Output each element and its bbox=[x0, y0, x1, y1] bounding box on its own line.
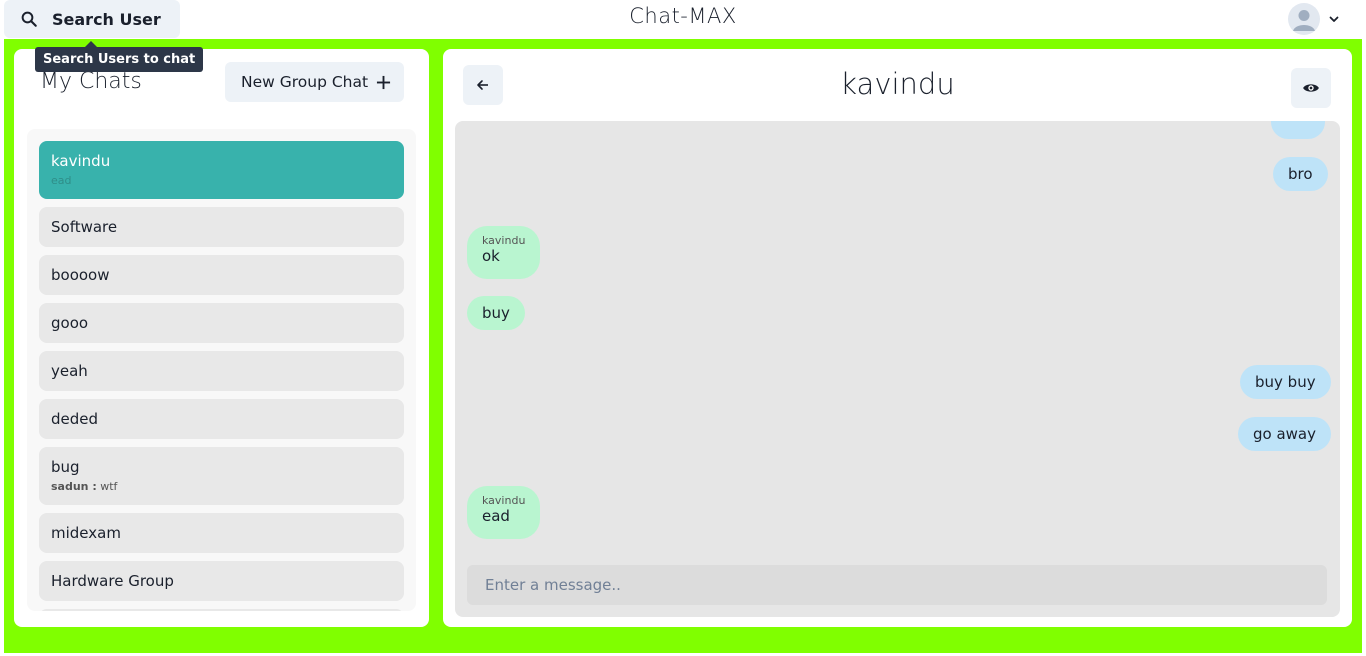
chat-name: yeah bbox=[51, 362, 88, 380]
message-text: ok bbox=[482, 247, 500, 265]
new-group-chat-label: New Group Chat bbox=[241, 73, 369, 91]
app-title: Chat-MAX bbox=[629, 4, 737, 28]
eye-icon bbox=[1303, 84, 1319, 92]
message-text: go away bbox=[1253, 425, 1316, 443]
message-bubble: kavindu ok bbox=[467, 226, 541, 279]
chat-item-gooo[interactable]: gooo bbox=[39, 303, 404, 343]
my-chats-panel: My Chats New Group Chat kavindu ead Soft… bbox=[14, 49, 429, 627]
chat-item-partial[interactable] bbox=[39, 609, 404, 611]
message-bubble-partial bbox=[1271, 121, 1325, 139]
message-sender: kavindu bbox=[482, 234, 526, 247]
chat-list[interactable]: kavindu ead Software boooow gooo yeah de… bbox=[27, 129, 416, 611]
top-bar: Search User Chat-MAX bbox=[0, 0, 1366, 39]
chat-item-bug[interactable]: bug sadun : wtf bbox=[39, 447, 404, 505]
chat-item-midexam[interactable]: midexam bbox=[39, 513, 404, 553]
message-bubble: buy bbox=[467, 296, 525, 330]
chat-latest-message: sadun : wtf bbox=[51, 480, 118, 493]
chat-name: Hardware Group bbox=[51, 572, 174, 590]
message-text: buy buy bbox=[1255, 373, 1316, 391]
profile-menu-button[interactable] bbox=[1288, 2, 1350, 36]
view-profile-button[interactable] bbox=[1291, 68, 1331, 108]
my-chats-title: My Chats bbox=[40, 69, 142, 94]
chat-panel: kavindu bro kavindu ok buy buy buy go aw… bbox=[443, 49, 1352, 627]
chat-name: bug bbox=[51, 458, 80, 476]
message-bubble: go away bbox=[1238, 417, 1331, 451]
chat-item-hardware-group[interactable]: Hardware Group bbox=[39, 561, 404, 601]
chat-name: boooow bbox=[51, 266, 110, 284]
message-input[interactable] bbox=[467, 565, 1327, 605]
message-text: buy bbox=[482, 304, 510, 322]
search-tooltip: Search Users to chat bbox=[35, 41, 204, 72]
chat-name: gooo bbox=[51, 314, 89, 332]
messages-area[interactable]: bro kavindu ok buy buy buy go away kavin… bbox=[455, 121, 1340, 617]
chat-name: kavindu bbox=[51, 152, 111, 170]
new-group-chat-button[interactable]: New Group Chat bbox=[225, 62, 404, 102]
message-sender: kavindu bbox=[482, 494, 526, 507]
plus-icon bbox=[377, 75, 391, 89]
message-text: ead bbox=[482, 507, 510, 525]
chat-name: Software bbox=[51, 218, 118, 236]
message-text: bro bbox=[1288, 165, 1313, 183]
message-bubble: kavindu ead bbox=[467, 486, 541, 539]
chevron-down-icon bbox=[1329, 16, 1339, 22]
user-avatar-icon bbox=[1288, 3, 1320, 35]
chat-item-kavindu[interactable]: kavindu ead bbox=[39, 141, 404, 199]
chat-item-boooow[interactable]: boooow bbox=[39, 255, 404, 295]
chat-title: kavindu bbox=[840, 67, 955, 101]
message-bubble: buy buy bbox=[1240, 365, 1331, 399]
message-bubble: bro bbox=[1273, 157, 1328, 191]
chat-item-software[interactable]: Software bbox=[39, 207, 404, 247]
chat-item-deded[interactable]: deded bbox=[39, 399, 404, 439]
chat-name: midexam bbox=[51, 524, 121, 542]
chat-latest-message: ead bbox=[51, 174, 72, 187]
chat-name: deded bbox=[51, 410, 99, 428]
chat-item-yeah[interactable]: yeah bbox=[39, 351, 404, 391]
